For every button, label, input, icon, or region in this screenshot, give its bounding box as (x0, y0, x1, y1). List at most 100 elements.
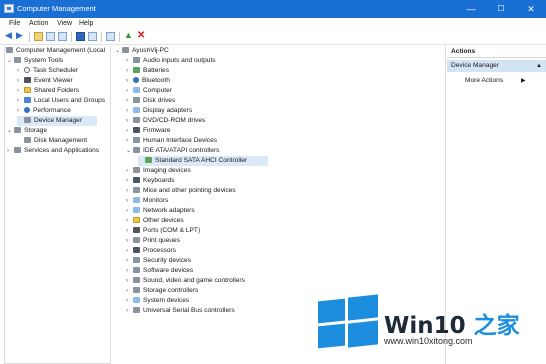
tree-item-services-and-applications[interactable]: › Services and Applications (7, 146, 99, 156)
device-category-item[interactable]: › Keyboards (126, 176, 175, 186)
device-category-item[interactable]: › Ports (COM & LPT) (126, 226, 200, 236)
up-folder-icon[interactable] (34, 32, 43, 41)
menu-file[interactable]: File (9, 20, 20, 27)
port-icon (133, 227, 140, 233)
device-category-item[interactable]: › Display adapters (126, 106, 192, 116)
tree-item-shared-folders[interactable]: › Shared Folders (17, 86, 79, 96)
uninstall-device-icon[interactable]: ✕ (137, 31, 146, 41)
show-hide-tree-icon[interactable] (46, 32, 55, 41)
chevron-right-icon[interactable]: › (126, 256, 133, 266)
chevron-right-icon[interactable]: › (126, 116, 133, 126)
chevron-down-icon[interactable]: ⌄ (7, 56, 14, 66)
device-category-item[interactable]: › Software devices (126, 266, 193, 276)
action-pane-icon[interactable] (88, 32, 97, 41)
actions-section-device-manager[interactable]: Device Manager ▲ (447, 60, 546, 72)
chevron-right-icon[interactable]: › (126, 96, 133, 106)
device-category-item[interactable]: › DVD/CD-ROM drives (126, 116, 205, 126)
tree-item-event-viewer[interactable]: › Event Viewer (17, 76, 73, 86)
menu-action[interactable]: Action (29, 20, 48, 27)
chevron-right-icon[interactable]: › (17, 106, 24, 116)
chevron-right-icon[interactable]: › (7, 146, 14, 156)
device-category-item[interactable]: › Network adapters (126, 206, 195, 216)
tree-item-disk-management[interactable]: Disk Management (24, 136, 87, 146)
scan-hardware-icon[interactable] (106, 32, 115, 41)
device-category-item[interactable]: › Mice and other pointing devices (126, 186, 236, 196)
computer-management-app-icon (4, 4, 14, 13)
tree-item-computer-management[interactable]: Computer Management (Local (6, 46, 105, 56)
device-category-item[interactable]: › Other devices (126, 216, 184, 226)
chevron-right-icon[interactable]: › (126, 136, 133, 146)
more-actions-item[interactable]: More Actions ▶ (465, 76, 526, 86)
properties-icon[interactable] (58, 32, 67, 41)
device-category-item[interactable]: › Audio inputs and outputs (126, 56, 216, 66)
chevron-down-icon[interactable]: ⌄ (7, 126, 14, 136)
chevron-down-icon[interactable]: ⌄ (115, 46, 122, 56)
device-category-item[interactable]: › Batteries (126, 66, 169, 76)
chevron-right-icon[interactable]: › (126, 306, 133, 316)
minimize-button[interactable]: — (456, 0, 486, 18)
device-category-item[interactable]: › Sound, video and game controllers (126, 276, 245, 286)
device-category-item[interactable]: › Human Interface Devices (126, 136, 217, 146)
chevron-right-icon[interactable]: › (126, 296, 133, 306)
chevron-right-icon[interactable]: › (126, 246, 133, 256)
device-category-item[interactable]: › System devices (126, 296, 189, 306)
tree-item-system-tools[interactable]: ⌄ System Tools (7, 56, 63, 66)
chevron-right-icon[interactable]: › (17, 96, 24, 106)
watermark-url: www.win10xitong.com (384, 336, 473, 346)
chevron-right-icon[interactable]: › (126, 176, 133, 186)
system-tools-icon (14, 57, 21, 63)
maximize-button[interactable]: ☐ (486, 0, 516, 18)
forward-arrow-icon[interactable]: ▶ (16, 31, 25, 40)
chevron-right-icon[interactable]: › (126, 216, 133, 226)
tree-item-device-manager[interactable]: Device Manager (17, 116, 97, 126)
chevron-right-icon[interactable]: › (126, 106, 133, 116)
chevron-down-icon[interactable]: ⌄ (126, 146, 133, 156)
window-title: Computer Management (17, 4, 96, 13)
device-category-item[interactable]: › Firmware (126, 126, 170, 136)
chevron-right-icon[interactable]: › (17, 76, 24, 86)
chevron-right-icon[interactable]: › (126, 86, 133, 96)
device-category-item[interactable]: › Bluetooth (126, 76, 170, 86)
menu-view[interactable]: View (57, 20, 72, 27)
chevron-right-icon[interactable]: › (126, 166, 133, 176)
device-category-item[interactable]: › Computer (126, 86, 172, 96)
device-tree-root[interactable]: ⌄ AyushVij-PC (115, 46, 169, 56)
menu-help[interactable]: Help (79, 20, 93, 27)
tree-item-local-users-and-groups[interactable]: › Local Users and Groups (17, 96, 105, 106)
back-arrow-icon[interactable]: ◀ (5, 31, 14, 40)
chevron-right-icon[interactable]: › (126, 236, 133, 246)
device-category-item[interactable]: › Imaging devices (126, 166, 191, 176)
chevron-right-icon[interactable]: › (126, 196, 133, 206)
device-category-item[interactable]: › Processors (126, 246, 176, 256)
device-category-item[interactable]: ⌄ IDE ATA/ATAPI controllers (126, 146, 219, 156)
chevron-right-icon[interactable]: › (126, 276, 133, 286)
chevron-up-icon[interactable]: ▲ (536, 60, 542, 72)
chevron-right-icon[interactable]: › (126, 126, 133, 136)
device-category-item[interactable]: › Universal Serial Bus controllers (126, 306, 235, 316)
update-driver-icon[interactable]: ▲ (124, 31, 133, 40)
chevron-right-icon[interactable]: › (126, 286, 133, 296)
device-category-item[interactable]: › Monitors (126, 196, 168, 206)
chevron-right-icon[interactable]: › (126, 56, 133, 66)
device-category-item[interactable]: › Print queues (126, 236, 180, 246)
clock-icon (24, 67, 30, 73)
chevron-right-icon[interactable]: › (17, 86, 24, 96)
device-category-label: Audio inputs and outputs (143, 57, 216, 64)
chevron-right-icon[interactable]: › (126, 186, 133, 196)
tree-item-performance[interactable]: › Performance (17, 106, 71, 116)
chevron-right-icon[interactable]: › (126, 266, 133, 276)
chevron-right-icon[interactable]: › (17, 66, 24, 76)
close-button[interactable]: ✕ (516, 0, 546, 18)
device-category-item[interactable]: › Disk drives (126, 96, 175, 106)
chevron-right-icon[interactable]: › (126, 76, 133, 86)
help-icon[interactable] (76, 32, 85, 41)
device-category-child[interactable]: Standard SATA AHCI Controller (138, 156, 268, 166)
device-category-item[interactable]: › Security devices (126, 256, 191, 266)
chevron-right-icon[interactable]: › (126, 66, 133, 76)
tree-item-storage[interactable]: ⌄ Storage (7, 126, 47, 136)
tree-item-task-scheduler[interactable]: › Task Scheduler (17, 66, 78, 76)
device-category-item[interactable]: › Storage controllers (126, 286, 198, 296)
chevron-right-icon[interactable]: › (126, 206, 133, 216)
chevron-right-icon[interactable]: › (126, 226, 133, 236)
services-icon (14, 147, 21, 153)
